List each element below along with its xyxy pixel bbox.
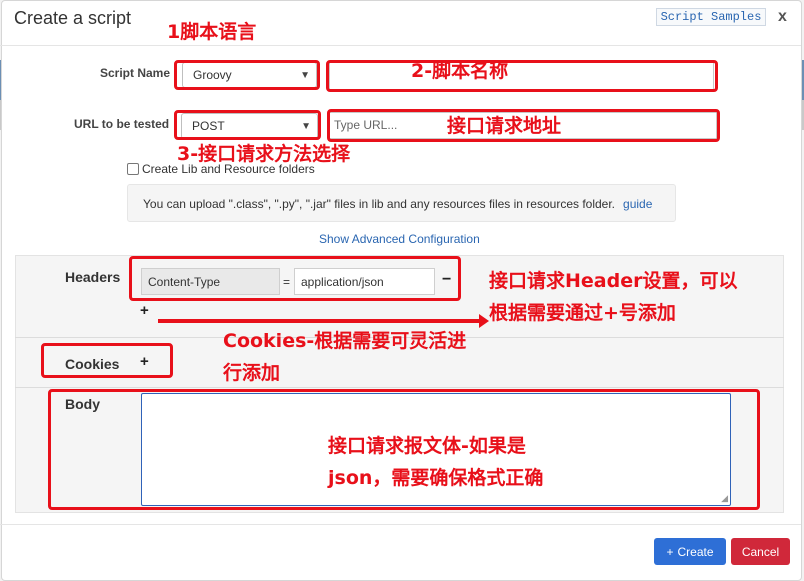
header-divider <box>0 45 801 46</box>
url-label: URL to be tested <box>74 117 170 131</box>
annotation-method: 3-接口请求方法选择 <box>177 143 351 165</box>
annotation-language: 1脚本语言 <box>167 21 257 43</box>
annotation-url: 接口请求地址 <box>447 115 562 137</box>
equals-sign: = <box>283 275 291 289</box>
arrow-icon <box>158 314 489 328</box>
create-lib-checkbox[interactable] <box>127 163 139 175</box>
cancel-button[interactable]: Cancel <box>731 538 790 565</box>
close-icon[interactable]: x <box>778 8 787 26</box>
show-advanced-link[interactable]: Show Advanced Configuration <box>319 232 480 246</box>
chevron-down-icon: ▼ <box>300 70 310 81</box>
upload-info-text: You can upload ".class", ".py", ".jar" f… <box>143 197 616 211</box>
script-name-label: Script Name <box>100 66 171 80</box>
add-cookie-button[interactable]: + <box>140 353 149 370</box>
footer-divider <box>0 524 801 525</box>
row-divider <box>15 387 784 388</box>
script-samples-button[interactable]: Script Samples <box>656 8 766 26</box>
header-value-input[interactable]: application/json <box>294 268 435 295</box>
add-header-button[interactable]: + <box>140 302 149 319</box>
upload-info-box: You can upload ".class", ".py", ".jar" f… <box>127 184 676 222</box>
body-label: Body <box>65 396 100 412</box>
annotation-cookies-line2: 行添加 <box>223 362 281 384</box>
annotation-headers-line2: 根据需要通过+号添加 <box>489 302 676 324</box>
cookies-label: Cookies <box>65 356 120 372</box>
script-language-value: Groovy <box>193 68 232 82</box>
headers-label: Headers <box>65 269 121 285</box>
annotation-body-line1: 接口请求报文体-如果是 <box>328 435 526 457</box>
chevron-down-icon: ▼ <box>301 121 311 132</box>
script-name-input[interactable] <box>329 62 714 90</box>
dialog-title: Create a script <box>14 8 132 28</box>
create-button-label: Create <box>677 544 714 559</box>
resize-handle-icon[interactable]: ◢ <box>721 493 728 504</box>
plus-icon: + <box>666 544 674 559</box>
http-method-value: POST <box>192 119 225 133</box>
guide-link[interactable]: guide <box>623 197 652 211</box>
create-button[interactable]: + Create <box>654 538 726 565</box>
annotation-headers-line1: 接口请求Header设置，可以 <box>489 270 738 292</box>
annotation-script-name: 2-脚本名称 <box>411 60 509 82</box>
annotation-cookies-line1: Cookies-根据需要可灵活进 <box>223 330 467 352</box>
remove-header-button[interactable]: − <box>442 271 451 289</box>
script-language-select[interactable]: Groovy ▼ <box>182 62 317 88</box>
http-method-select[interactable]: POST ▼ <box>181 113 318 139</box>
header-key-input[interactable]: Content-Type <box>141 268 280 295</box>
annotation-body-line2: json，需要确保格式正确 <box>328 467 544 489</box>
